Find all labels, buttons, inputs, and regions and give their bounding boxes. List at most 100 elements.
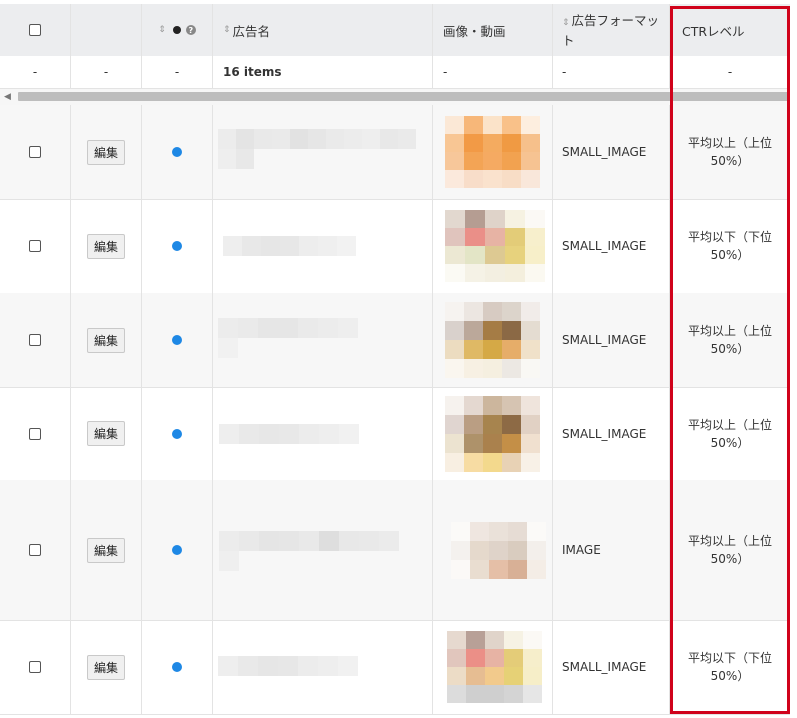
help-icon[interactable]: ? <box>185 25 196 35</box>
select-cell <box>0 293 71 387</box>
blurred-ad-name <box>218 129 416 169</box>
image-cell <box>433 199 553 293</box>
blurred-ad-name <box>218 318 358 358</box>
status-dot-icon <box>172 26 181 34</box>
ctr-value: 平均以上（上位50%） <box>687 417 772 450</box>
select-cell <box>0 480 71 620</box>
ad-name-cell <box>213 387 433 480</box>
header-ad-name[interactable]: ⇕ 広告名 <box>213 4 433 56</box>
ctr-value: 平均以下（下位50%） <box>687 230 772 262</box>
table-row: 編集 IMAGE 平均以上（上位50%） <box>0 480 790 621</box>
format-value: SMALL_IMAGE <box>562 239 647 253</box>
filter-cell: 16 items <box>213 56 433 88</box>
filter-cell: - <box>433 56 553 88</box>
edit-button[interactable]: 編集 <box>86 139 125 165</box>
image-cell <box>433 620 553 714</box>
filter-dash: - <box>32 65 38 79</box>
blurred-ad-name <box>219 424 359 444</box>
table-row: 編集 SMALL_IMAGE 平均以上（上位50%） <box>0 105 790 200</box>
sort-icon[interactable]: ⇕ <box>562 18 570 28</box>
edit-cell: 編集 <box>71 199 142 293</box>
blurred-ad-name <box>223 236 356 256</box>
table-row: 編集 SMALL_IMAGE 平均以下（下位50%） <box>0 620 790 715</box>
format-cell: SMALL_IMAGE <box>553 620 670 714</box>
blurred-ad-name <box>219 531 399 571</box>
edit-button[interactable]: 編集 <box>86 654 125 680</box>
ad-name-cell <box>213 105 433 199</box>
filter-dash: - <box>174 65 180 79</box>
edit-button[interactable]: 編集 <box>86 233 125 259</box>
ad-thumbnail <box>445 395 540 472</box>
ad-name-header-label: 広告名 <box>232 23 271 39</box>
format-cell: SMALL_IMAGE <box>553 387 670 480</box>
status-cell <box>142 105 213 199</box>
select-cell <box>0 105 71 199</box>
row-checkbox[interactable] <box>29 544 41 556</box>
select-all-checkbox[interactable] <box>29 24 41 36</box>
ad-name-cell <box>213 293 433 387</box>
item-count: 16 items <box>223 65 282 79</box>
image-cell <box>433 387 553 480</box>
header-format[interactable]: ⇕ 広告フォーマット <box>553 4 670 56</box>
format-value: SMALL_IMAGE <box>562 426 647 441</box>
ctr-value: 平均以上（上位50%） <box>687 324 772 356</box>
filter-dash: - <box>562 65 567 79</box>
edit-button[interactable]: 編集 <box>86 537 125 563</box>
ctr-cell: 平均以上（上位50%） <box>670 293 790 387</box>
edit-button[interactable]: 編集 <box>86 327 125 353</box>
status-dot-icon <box>172 545 182 555</box>
ctr-value: 平均以上（上位50%） <box>687 534 772 566</box>
status-cell <box>142 199 213 293</box>
format-cell: SMALL_IMAGE <box>553 199 670 293</box>
row-checkbox[interactable] <box>29 334 41 346</box>
image-cell <box>433 480 553 620</box>
filter-cell: - <box>670 56 790 88</box>
ctr-header-label: CTRレベル <box>682 23 745 39</box>
filter-dash: - <box>443 65 448 79</box>
ctr-cell: 平均以上（上位50%） <box>670 387 790 480</box>
filter-dash: - <box>727 65 733 79</box>
filter-dash: - <box>103 65 109 79</box>
format-cell: SMALL_IMAGE <box>553 105 670 199</box>
status-cell <box>142 387 213 480</box>
header-status-cell[interactable]: ⇕ ? <box>142 4 213 56</box>
format-value: SMALL_IMAGE <box>562 660 647 674</box>
header-edit-cell <box>71 4 142 56</box>
edit-cell: 編集 <box>71 387 142 480</box>
row-checkbox[interactable] <box>29 661 41 673</box>
row-checkbox[interactable] <box>29 240 41 252</box>
horizontal-scrollbar[interactable]: ◀ <box>0 89 790 105</box>
edit-cell: 編集 <box>71 620 142 714</box>
table-row: 編集 SMALL_IMAGE 平均以下（下位50%） <box>0 199 790 294</box>
edit-cell: 編集 <box>71 105 142 199</box>
table-row: 編集 SMALL_IMAGE 平均以上（上位50%） <box>0 293 790 388</box>
select-cell <box>0 387 71 480</box>
status-dot-icon <box>172 662 182 672</box>
filter-cell: - <box>553 56 670 88</box>
status-cell <box>142 480 213 620</box>
row-checkbox[interactable] <box>29 146 41 158</box>
filter-row: - - - 16 items - - - <box>0 56 790 89</box>
row-checkbox[interactable] <box>29 427 41 440</box>
format-value: SMALL_IMAGE <box>562 145 647 159</box>
ad-thumbnail <box>445 302 540 378</box>
status-dot-icon <box>172 335 182 345</box>
ad-name-cell <box>213 620 433 714</box>
sort-icon[interactable]: ⇕ <box>158 25 166 35</box>
scroll-left-icon[interactable]: ◀ <box>4 92 11 102</box>
select-cell <box>0 620 71 714</box>
status-dot-icon <box>172 241 182 251</box>
edit-button[interactable]: 編集 <box>86 421 125 446</box>
filter-cell: - <box>71 56 142 88</box>
image-header-label: 画像・動画 <box>443 23 506 39</box>
sort-icon[interactable]: ⇕ <box>223 25 231 35</box>
scrollbar-thumb[interactable] <box>18 92 788 101</box>
status-cell <box>142 293 213 387</box>
status-cell <box>142 620 213 714</box>
header-ctr: CTRレベル <box>670 4 790 56</box>
edit-cell: 編集 <box>71 293 142 387</box>
edit-cell: 編集 <box>71 480 142 620</box>
header-image: 画像・動画 <box>433 4 553 56</box>
blurred-ad-name <box>218 656 358 676</box>
ad-name-cell <box>213 480 433 620</box>
